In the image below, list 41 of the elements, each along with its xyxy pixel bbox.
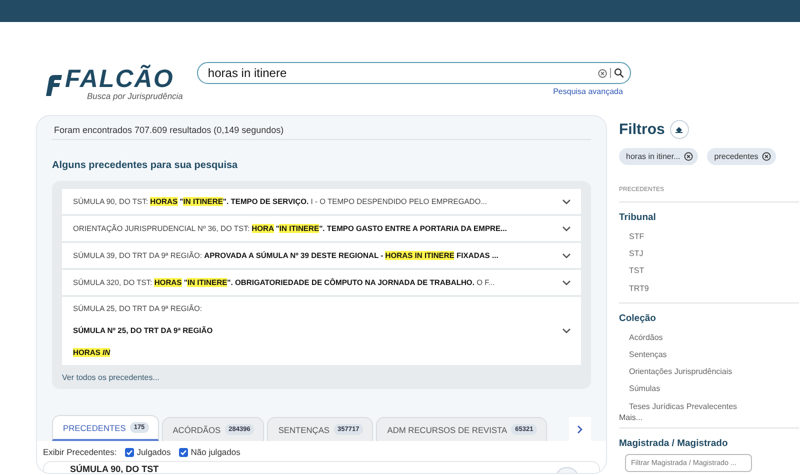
chevron-down-icon xyxy=(562,198,571,204)
checkbox-label: Julgados xyxy=(136,447,171,457)
filter-group-title: Tribunal xyxy=(619,212,657,223)
show-label: Exibir Precedentes: xyxy=(43,447,117,457)
filter-group-title: Coleção xyxy=(619,312,657,324)
see-all-link[interactable]: Ver todos os precedentes... xyxy=(62,373,160,382)
clear-icon[interactable] xyxy=(598,68,607,78)
checkbox-label: Não julgados xyxy=(190,447,240,457)
filters-title: Filtros xyxy=(619,121,665,138)
eraser-icon xyxy=(675,126,684,133)
search-icon[interactable] xyxy=(614,68,624,78)
chevron-down-icon xyxy=(562,252,571,258)
checkbox[interactable] xyxy=(178,448,188,456)
chevron-down-icon xyxy=(562,280,571,286)
advanced-search-link[interactable]: Pesquisa avançada xyxy=(553,87,623,96)
more-link[interactable]: Mais... xyxy=(619,412,799,422)
search-bar[interactable]: horas in itinere xyxy=(196,62,631,84)
clear-filters-button[interactable] xyxy=(670,120,689,139)
filter-option[interactable]: Acórdãos xyxy=(619,328,799,346)
logo-text: FALCÃO xyxy=(65,67,174,91)
chevron-down-icon xyxy=(562,328,571,334)
remove-icon[interactable] xyxy=(762,152,772,161)
filter-group-title: Magistrada / Magistrado xyxy=(619,438,729,449)
filter-option[interactable]: STF xyxy=(619,228,799,246)
chevron-right-icon[interactable] xyxy=(577,424,583,434)
filter-option[interactable]: Súmulas xyxy=(619,380,799,398)
precedents-heading: Alguns precedentes para sua pesquisa xyxy=(52,160,239,171)
results-summary: Foram encontrados 707.609 resultados (0,149 segundos) xyxy=(52,123,591,140)
logo-tagline: Busca por Jurisprudência xyxy=(86,91,183,101)
filter-option[interactable]: Orientações Jurisprudênciais xyxy=(619,363,799,380)
filter-option[interactable]: TRT9 xyxy=(619,280,799,297)
search-field[interactable]: horas in itinere xyxy=(206,65,598,81)
filter-option[interactable]: STJ xyxy=(619,245,799,262)
filter-option[interactable]: TST xyxy=(619,262,799,280)
remove-icon[interactable] xyxy=(684,152,694,161)
chevron-down-icon xyxy=(562,226,571,232)
checkbox[interactable] xyxy=(124,448,134,456)
filter-chip[interactable]: precedentes xyxy=(707,148,776,165)
filter-option[interactable]: Sentenças xyxy=(619,346,799,364)
filter-option[interactable]: Teses Jurídicas Prevalecentes xyxy=(619,398,799,415)
filter-chip[interactable]: horas in itiner... xyxy=(619,148,698,165)
